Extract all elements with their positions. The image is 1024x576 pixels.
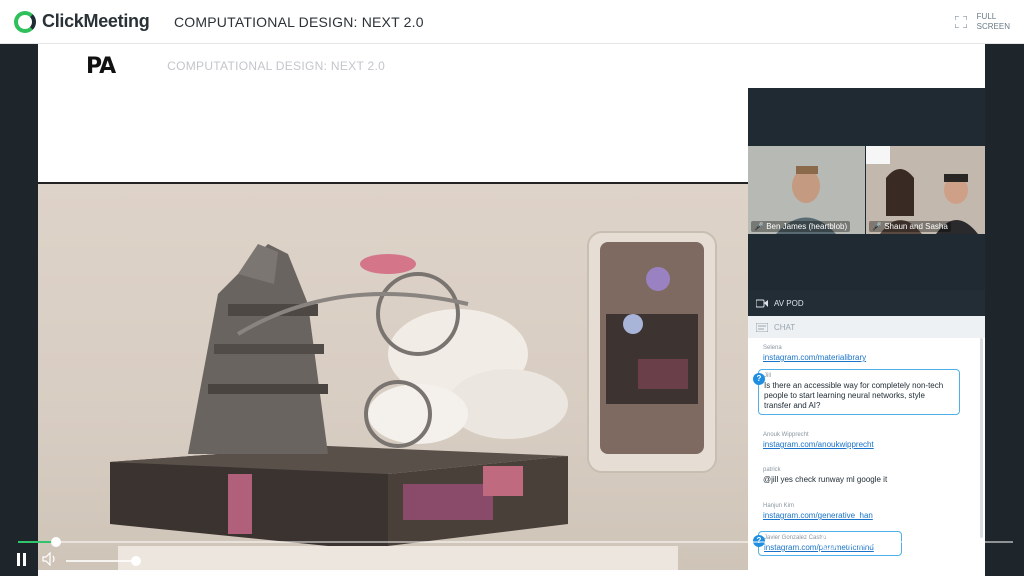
pause-button[interactable] (17, 553, 31, 567)
pause-icon-bar (23, 553, 26, 566)
av-pod-header[interactable]: AV POD (748, 290, 985, 316)
chat-author: Anouk Wipprecht (763, 432, 809, 438)
slide-logo: PA (86, 53, 116, 79)
slide-blank-area (38, 88, 748, 184)
mic-icon: 🎤 (872, 222, 882, 231)
pause-icon-bar (17, 553, 20, 566)
chat-link[interactable]: instagram.com/materialibrary (763, 353, 885, 362)
chat-question: ? Jill Is there an accessible way for co… (753, 369, 960, 415)
chat-header[interactable]: CHAT (748, 316, 985, 338)
chat-author: Jill (764, 373, 771, 379)
fullscreen-label-line2: SCREEN (976, 22, 1010, 31)
chat-author: Selena (763, 345, 782, 351)
clickmeeting-logo-icon (14, 10, 36, 33)
slide-photo (38, 184, 748, 570)
chat-link[interactable]: instagram.com/anoukwipprecht (763, 440, 895, 449)
chat-label: CHAT (774, 322, 796, 332)
chat-message: Hanjun Kim instagram.com/generative_han (758, 500, 896, 523)
fullscreen-label-line1: FULL (976, 12, 997, 21)
av-pod-label: AV POD (774, 298, 804, 308)
brand-name: ClickMeeting (42, 11, 150, 31)
volume-handle[interactable] (131, 556, 141, 566)
chat-text: @jill yes check runway ml google it (763, 475, 888, 484)
video-area: 🎤 Ben James (heartblob) 🎤 Shaun and Sash… (748, 88, 985, 290)
event-title: COMPUTATIONAL DESIGN: NEXT 2.0 (174, 13, 424, 30)
watermark-logo-icon (820, 532, 838, 551)
chat-link[interactable]: instagram.com/generative_han (763, 511, 891, 520)
volume-icon[interactable] (42, 552, 58, 566)
fullscreen-button[interactable]: FULL SCREEN (954, 12, 1010, 32)
chat-message: Selena instagram.com/materialibrary (758, 342, 890, 365)
chat-scrollbar[interactable] (980, 338, 983, 538)
volume-slider[interactable] (66, 556, 141, 566)
video-tile-1[interactable]: 🎤 Ben James (heartblob) (748, 146, 865, 234)
question-icon: ? (753, 373, 765, 385)
chat-author: Hanjun Kim (763, 503, 795, 509)
clickmeeting-watermark: ClickMeeting (820, 531, 955, 552)
chat-message: patrick @jill yes check runway ml google… (758, 464, 912, 488)
side-panel: 🎤 Ben James (heartblob) 🎤 Shaun and Sash… (748, 88, 985, 576)
chat-icon (756, 322, 768, 332)
slide-title: COMPUTATIONAL DESIGN: NEXT 2.0 (167, 59, 386, 73)
chat-message: Anouk Wipprecht instagram.com/anoukwippr… (758, 429, 900, 452)
presentation-stage: PA COMPUTATIONAL DESIGN: NEXT 2.0 🎤 Ben … (38, 44, 985, 576)
chat-author: patrick (763, 467, 781, 473)
chat-text: Is there an accessible way for completel… (764, 381, 944, 410)
architectural-model-image (110, 231, 717, 570)
video-label-1: 🎤 Ben James (heartblob) (751, 221, 851, 232)
fullscreen-icon (954, 16, 967, 28)
camera-icon (756, 299, 768, 307)
slide-header: PA COMPUTATIONAL DESIGN: NEXT 2.0 (38, 44, 985, 88)
video-tile-2[interactable]: 🎤 Shaun and Sasha (866, 146, 985, 234)
clickmeeting-logo: ClickMeeting (14, 10, 164, 33)
mic-icon: 🎤 (754, 222, 764, 231)
progress-handle[interactable] (50, 537, 61, 547)
video-label-2: 🎤 Shaun and Sasha (869, 221, 951, 232)
top-bar: ClickMeeting COMPUTATIONAL DESIGN: NEXT … (0, 0, 1024, 44)
